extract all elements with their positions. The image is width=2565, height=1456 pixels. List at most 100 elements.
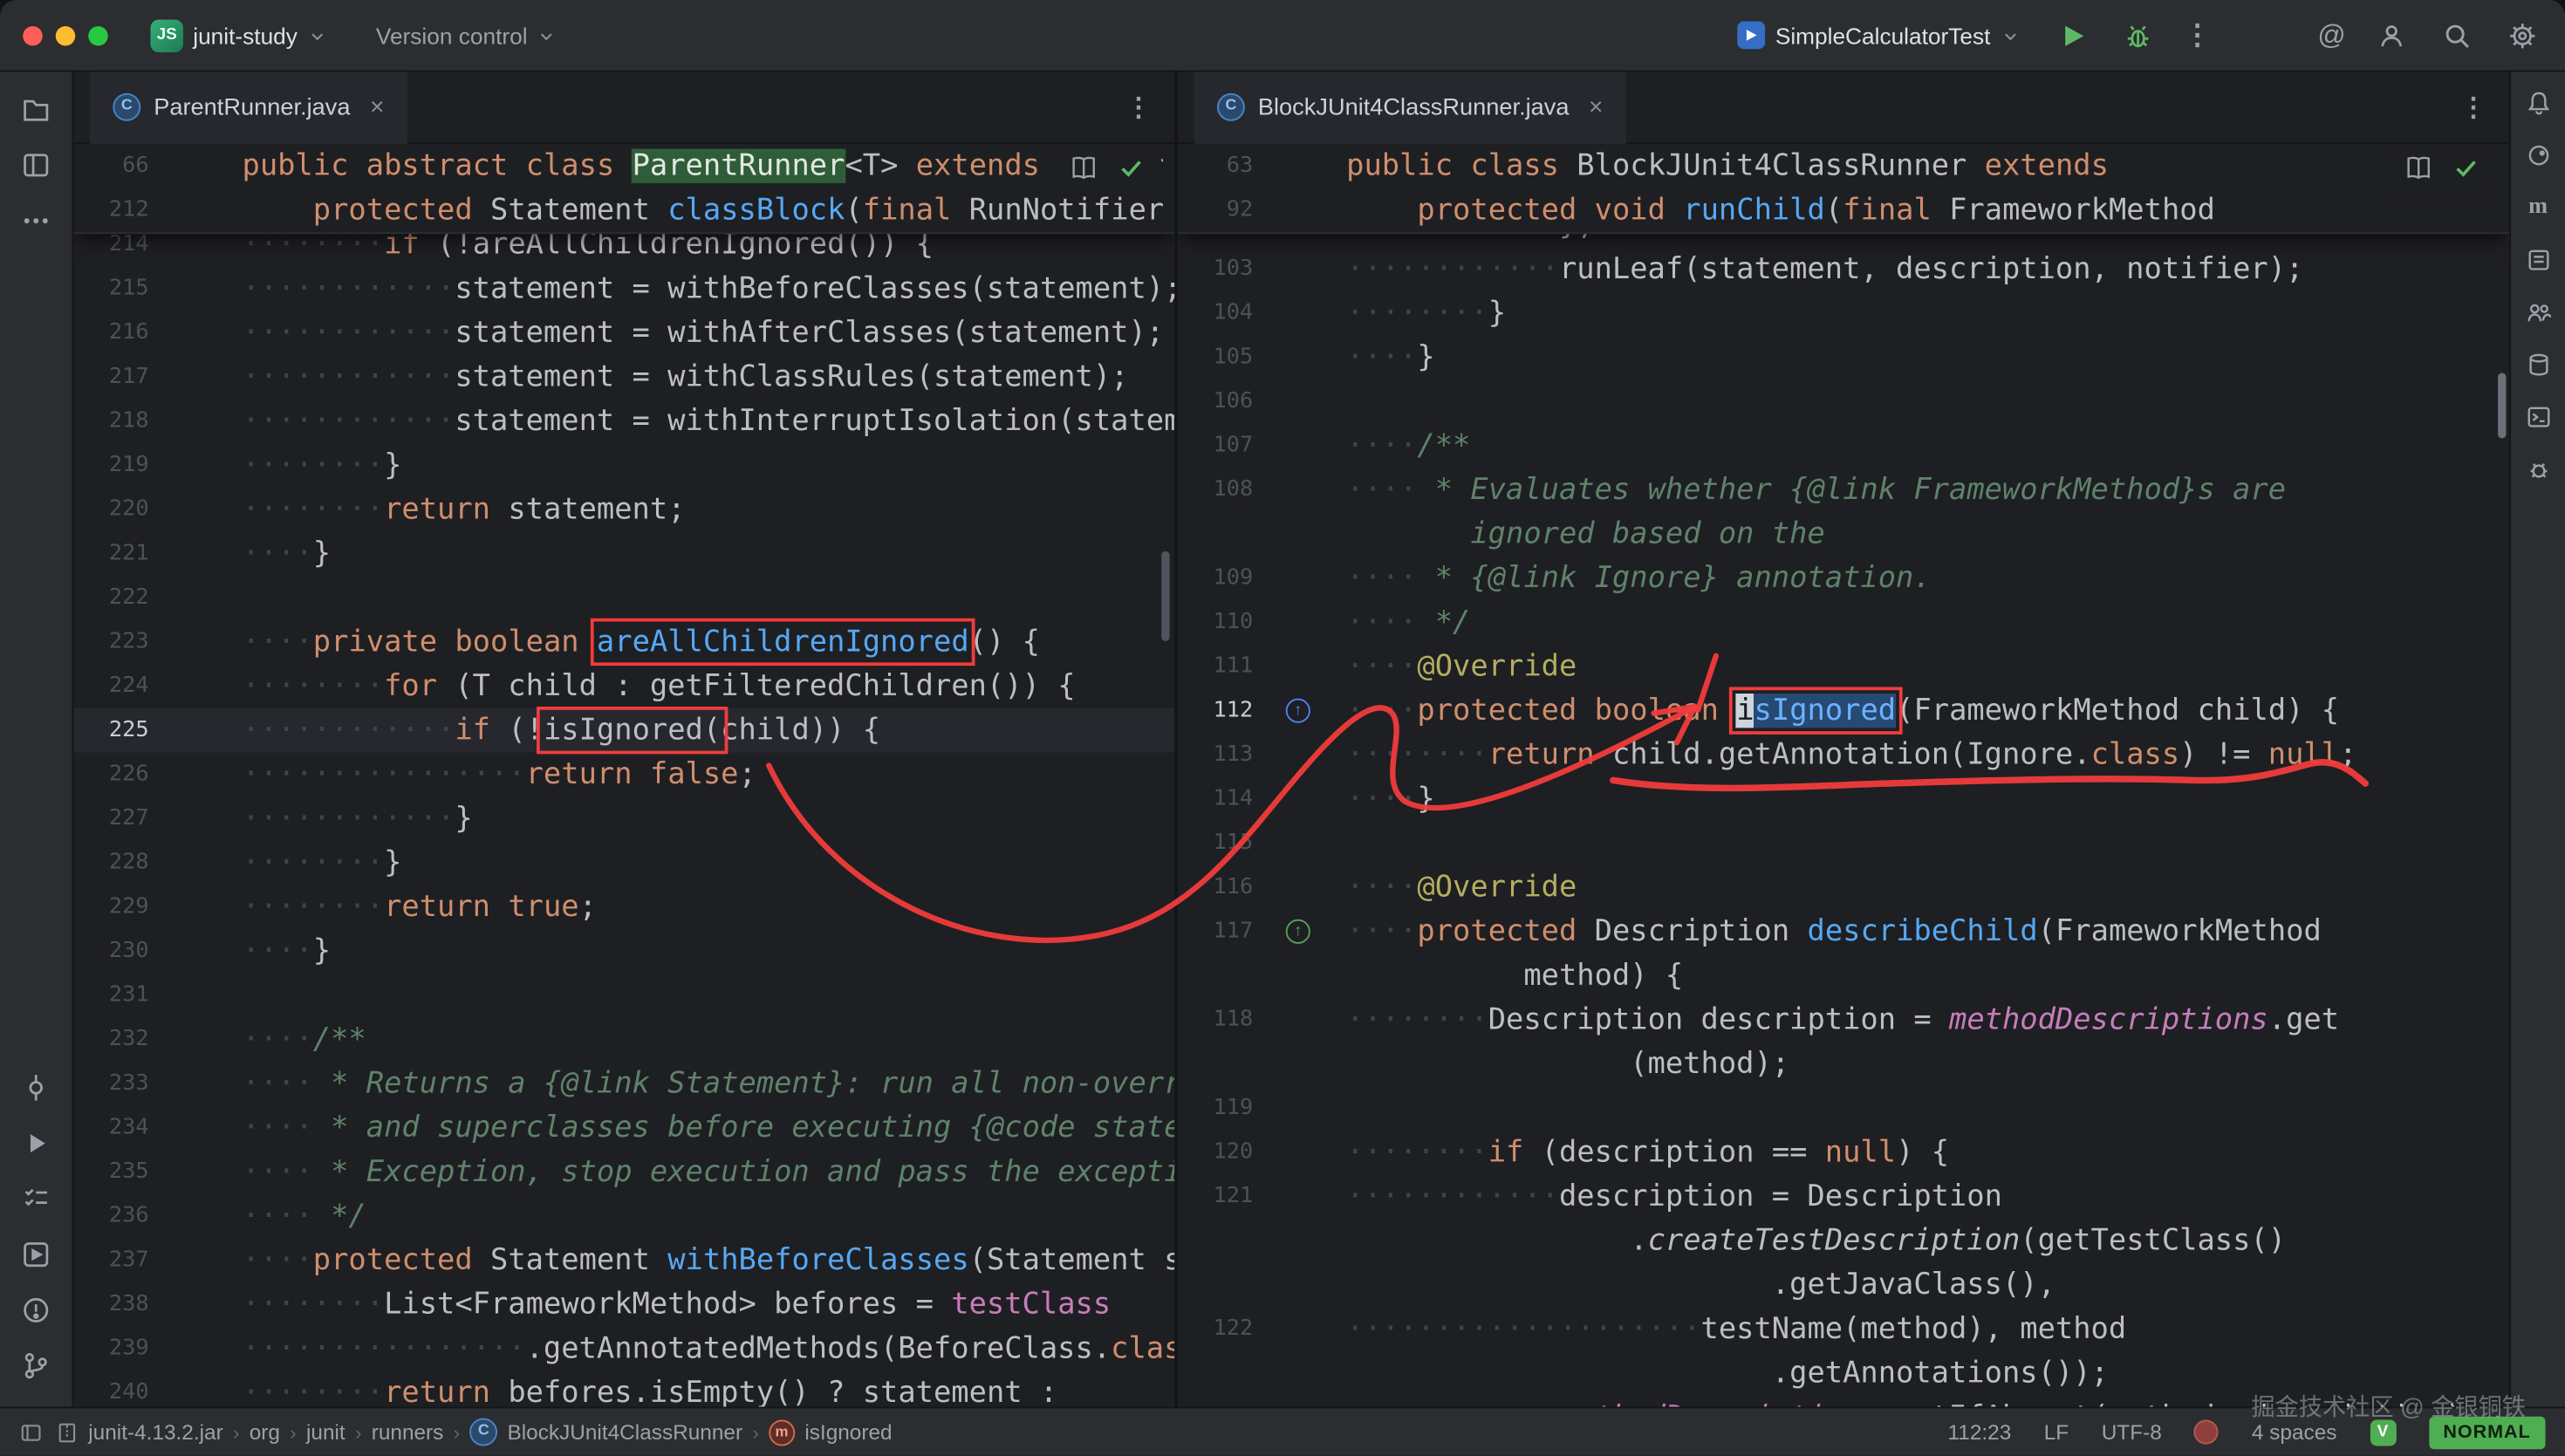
project-folder-icon[interactable]	[11, 85, 60, 134]
line-number[interactable]: 66	[73, 144, 172, 188]
code-text[interactable]: ········return statement;	[172, 488, 686, 532]
scrollbar-thumb[interactable]	[1161, 551, 1169, 641]
code-text[interactable]: ····}	[1276, 335, 1435, 379]
code-line[interactable]: 92 protected void runChild(final Framewo…	[1178, 188, 2509, 233]
breadcrumb-item[interactable]: misIgnored	[769, 1419, 893, 1446]
close-tab-icon[interactable]: ×	[370, 93, 384, 121]
minimize-window-button[interactable]	[56, 25, 76, 45]
line-number[interactable]: 223	[73, 620, 172, 665]
code-line[interactable]: 223····private boolean areAllChildrenIgn…	[73, 620, 1174, 665]
code-text[interactable]: method) {	[1276, 954, 1684, 998]
line-number[interactable]: 114	[1178, 777, 1276, 822]
line-separator[interactable]: LF	[2044, 1420, 2069, 1445]
terminal-icon[interactable]	[2517, 396, 2560, 439]
code-line[interactable]: 109···· * {@link Ignore} annotation.	[1178, 557, 2509, 601]
line-number[interactable]	[1178, 1219, 1276, 1263]
code-line[interactable]: 105····}	[1178, 335, 2509, 379]
code-text[interactable]: ········}	[172, 443, 402, 488]
line-number[interactable]: 219	[73, 443, 172, 488]
breadcrumb-item[interactable]: junit	[306, 1420, 345, 1445]
line-number[interactable]: 117	[1178, 910, 1276, 954]
code-line[interactable]: .createTestDescription(getTestClass()	[1178, 1219, 2509, 1263]
close-tab-icon[interactable]: ×	[1589, 93, 1603, 121]
code-line[interactable]: 240········return befores.isEmpty() ? st…	[73, 1371, 1174, 1406]
code-text[interactable]: ········}	[172, 841, 402, 885]
line-number[interactable]: 225	[73, 708, 172, 753]
code-text[interactable]: ············statement = withAfterClasses…	[172, 311, 1164, 355]
code-line[interactable]: 66public abstract class ParentRunner<T> …	[73, 144, 1174, 188]
line-number[interactable]: 108	[1178, 468, 1276, 512]
todo-icon[interactable]	[11, 1174, 60, 1223]
code-text[interactable]: ········return befores.isEmpty() ? state…	[172, 1371, 1057, 1406]
line-number[interactable]	[1178, 1351, 1276, 1396]
code-line[interactable]: 103············runLeaf(statement, descri…	[1178, 247, 2509, 291]
code-text[interactable]: ········}	[1276, 291, 1507, 336]
code-line[interactable]: 106	[1178, 379, 2509, 424]
code-line[interactable]: 230····}	[73, 929, 1174, 974]
gradle-icon[interactable]	[2517, 134, 2560, 177]
code-with-me-user-icon[interactable]	[2372, 16, 2411, 55]
line-number[interactable]: 234	[73, 1106, 172, 1151]
editor-parentrunner[interactable]: 214········if (!areAllChildrenIgnored())…	[73, 144, 1174, 1407]
line-number[interactable]: 109	[1178, 557, 1276, 601]
line-number[interactable]	[1178, 1263, 1276, 1308]
no-problems-check-icon[interactable]	[1118, 154, 1146, 189]
line-number[interactable]: 92	[1178, 188, 1276, 233]
code-line[interactable]: 115	[1178, 821, 2509, 865]
code-text[interactable]: public abstract class ParentRunner<T> ex…	[172, 144, 1174, 188]
line-number[interactable]: 239	[73, 1327, 172, 1371]
tool-window-toggle-icon[interactable]	[20, 1420, 43, 1443]
code-line[interactable]: 226················return false;	[73, 753, 1174, 797]
code-text[interactable]: ············statement = withClassRules(s…	[172, 355, 1129, 400]
line-number[interactable]: 212	[73, 188, 172, 233]
code-text[interactable]: ····@Override	[1276, 645, 1577, 689]
code-line[interactable]: (method);	[1178, 1042, 2509, 1086]
code-line[interactable]: method) {	[1178, 954, 2509, 998]
code-text[interactable]: ············runLeaf(statement, descripti…	[1276, 247, 2304, 291]
code-line[interactable]: 215············statement = withBeforeCla…	[73, 267, 1174, 311]
notifications-bell-icon[interactable]	[2517, 82, 2560, 125]
code-text[interactable]: protected Statement classBlock(final Run…	[172, 188, 1174, 233]
line-number[interactable]: 237	[73, 1238, 172, 1282]
code-line[interactable]: .getJavaClass(),	[1178, 1263, 2509, 1308]
code-text[interactable]: ············methodDescriptions.putIfAbse…	[1276, 1395, 2481, 1406]
code-text[interactable]: public class BlockJUnit4ClassRunner exte…	[1276, 144, 2109, 188]
line-number[interactable]: 222	[73, 576, 172, 620]
line-number[interactable]: 116	[1178, 865, 1276, 910]
maven-icon[interactable]: m	[2517, 187, 2560, 229]
code-line[interactable]: 119	[1178, 1086, 2509, 1131]
code-text[interactable]	[1276, 821, 1347, 865]
code-line[interactable]: 122····················testName(method),…	[1178, 1307, 2509, 1351]
code-text[interactable]: ················.getAnnotatedMethods(Bef…	[172, 1327, 1174, 1371]
dependencies-icon[interactable]	[2517, 239, 2560, 282]
code-with-me-icon[interactable]	[2517, 291, 2560, 334]
more-actions-kebab-icon[interactable]: ⋮	[2184, 19, 2213, 52]
line-number[interactable]: 236	[73, 1194, 172, 1239]
code-line[interactable]: 217············statement = withClassRule…	[73, 355, 1174, 400]
code-line[interactable]: 228········}	[73, 841, 1174, 885]
code-text[interactable]: ····private boolean areAllChildrenIgnore…	[172, 620, 1040, 665]
vcs-widget[interactable]: Version control	[376, 22, 557, 48]
code-line[interactable]: 231	[73, 974, 1174, 1018]
code-line[interactable]: 235···· * Exception, stop execution and …	[73, 1150, 1174, 1194]
database-icon[interactable]	[2517, 344, 2560, 386]
code-line[interactable]: ignored based on the	[1178, 512, 2509, 557]
scrollbar-thumb[interactable]	[2498, 373, 2506, 439]
line-number[interactable]: 123	[1178, 1395, 1276, 1406]
line-number[interactable]: 235	[73, 1150, 172, 1194]
line-number[interactable]: 113	[1178, 733, 1276, 777]
line-number[interactable]: 229	[73, 885, 172, 929]
project-widget[interactable]: JS junit-study	[151, 19, 327, 52]
code-line[interactable]: 121············description = Description	[1178, 1174, 2509, 1219]
line-number[interactable]: 63	[1178, 144, 1276, 188]
code-line[interactable]: 236···· */	[73, 1194, 1174, 1239]
editor-options-kebab-icon[interactable]: ⋮	[1125, 91, 1159, 124]
code-text[interactable]: ···· * Evaluates whether {@link Framewor…	[1276, 468, 2287, 512]
code-line[interactable]: 239················.getAnnotatedMethods(…	[73, 1327, 1174, 1371]
line-number[interactable]: 105	[1178, 335, 1276, 379]
line-number[interactable]: 233	[73, 1062, 172, 1106]
code-line[interactable]: 224········for (T child : getFilteredChi…	[73, 664, 1174, 708]
code-text[interactable]	[1276, 1086, 1347, 1131]
code-text[interactable]	[172, 576, 243, 620]
more-tool-windows-icon[interactable]	[11, 196, 60, 245]
